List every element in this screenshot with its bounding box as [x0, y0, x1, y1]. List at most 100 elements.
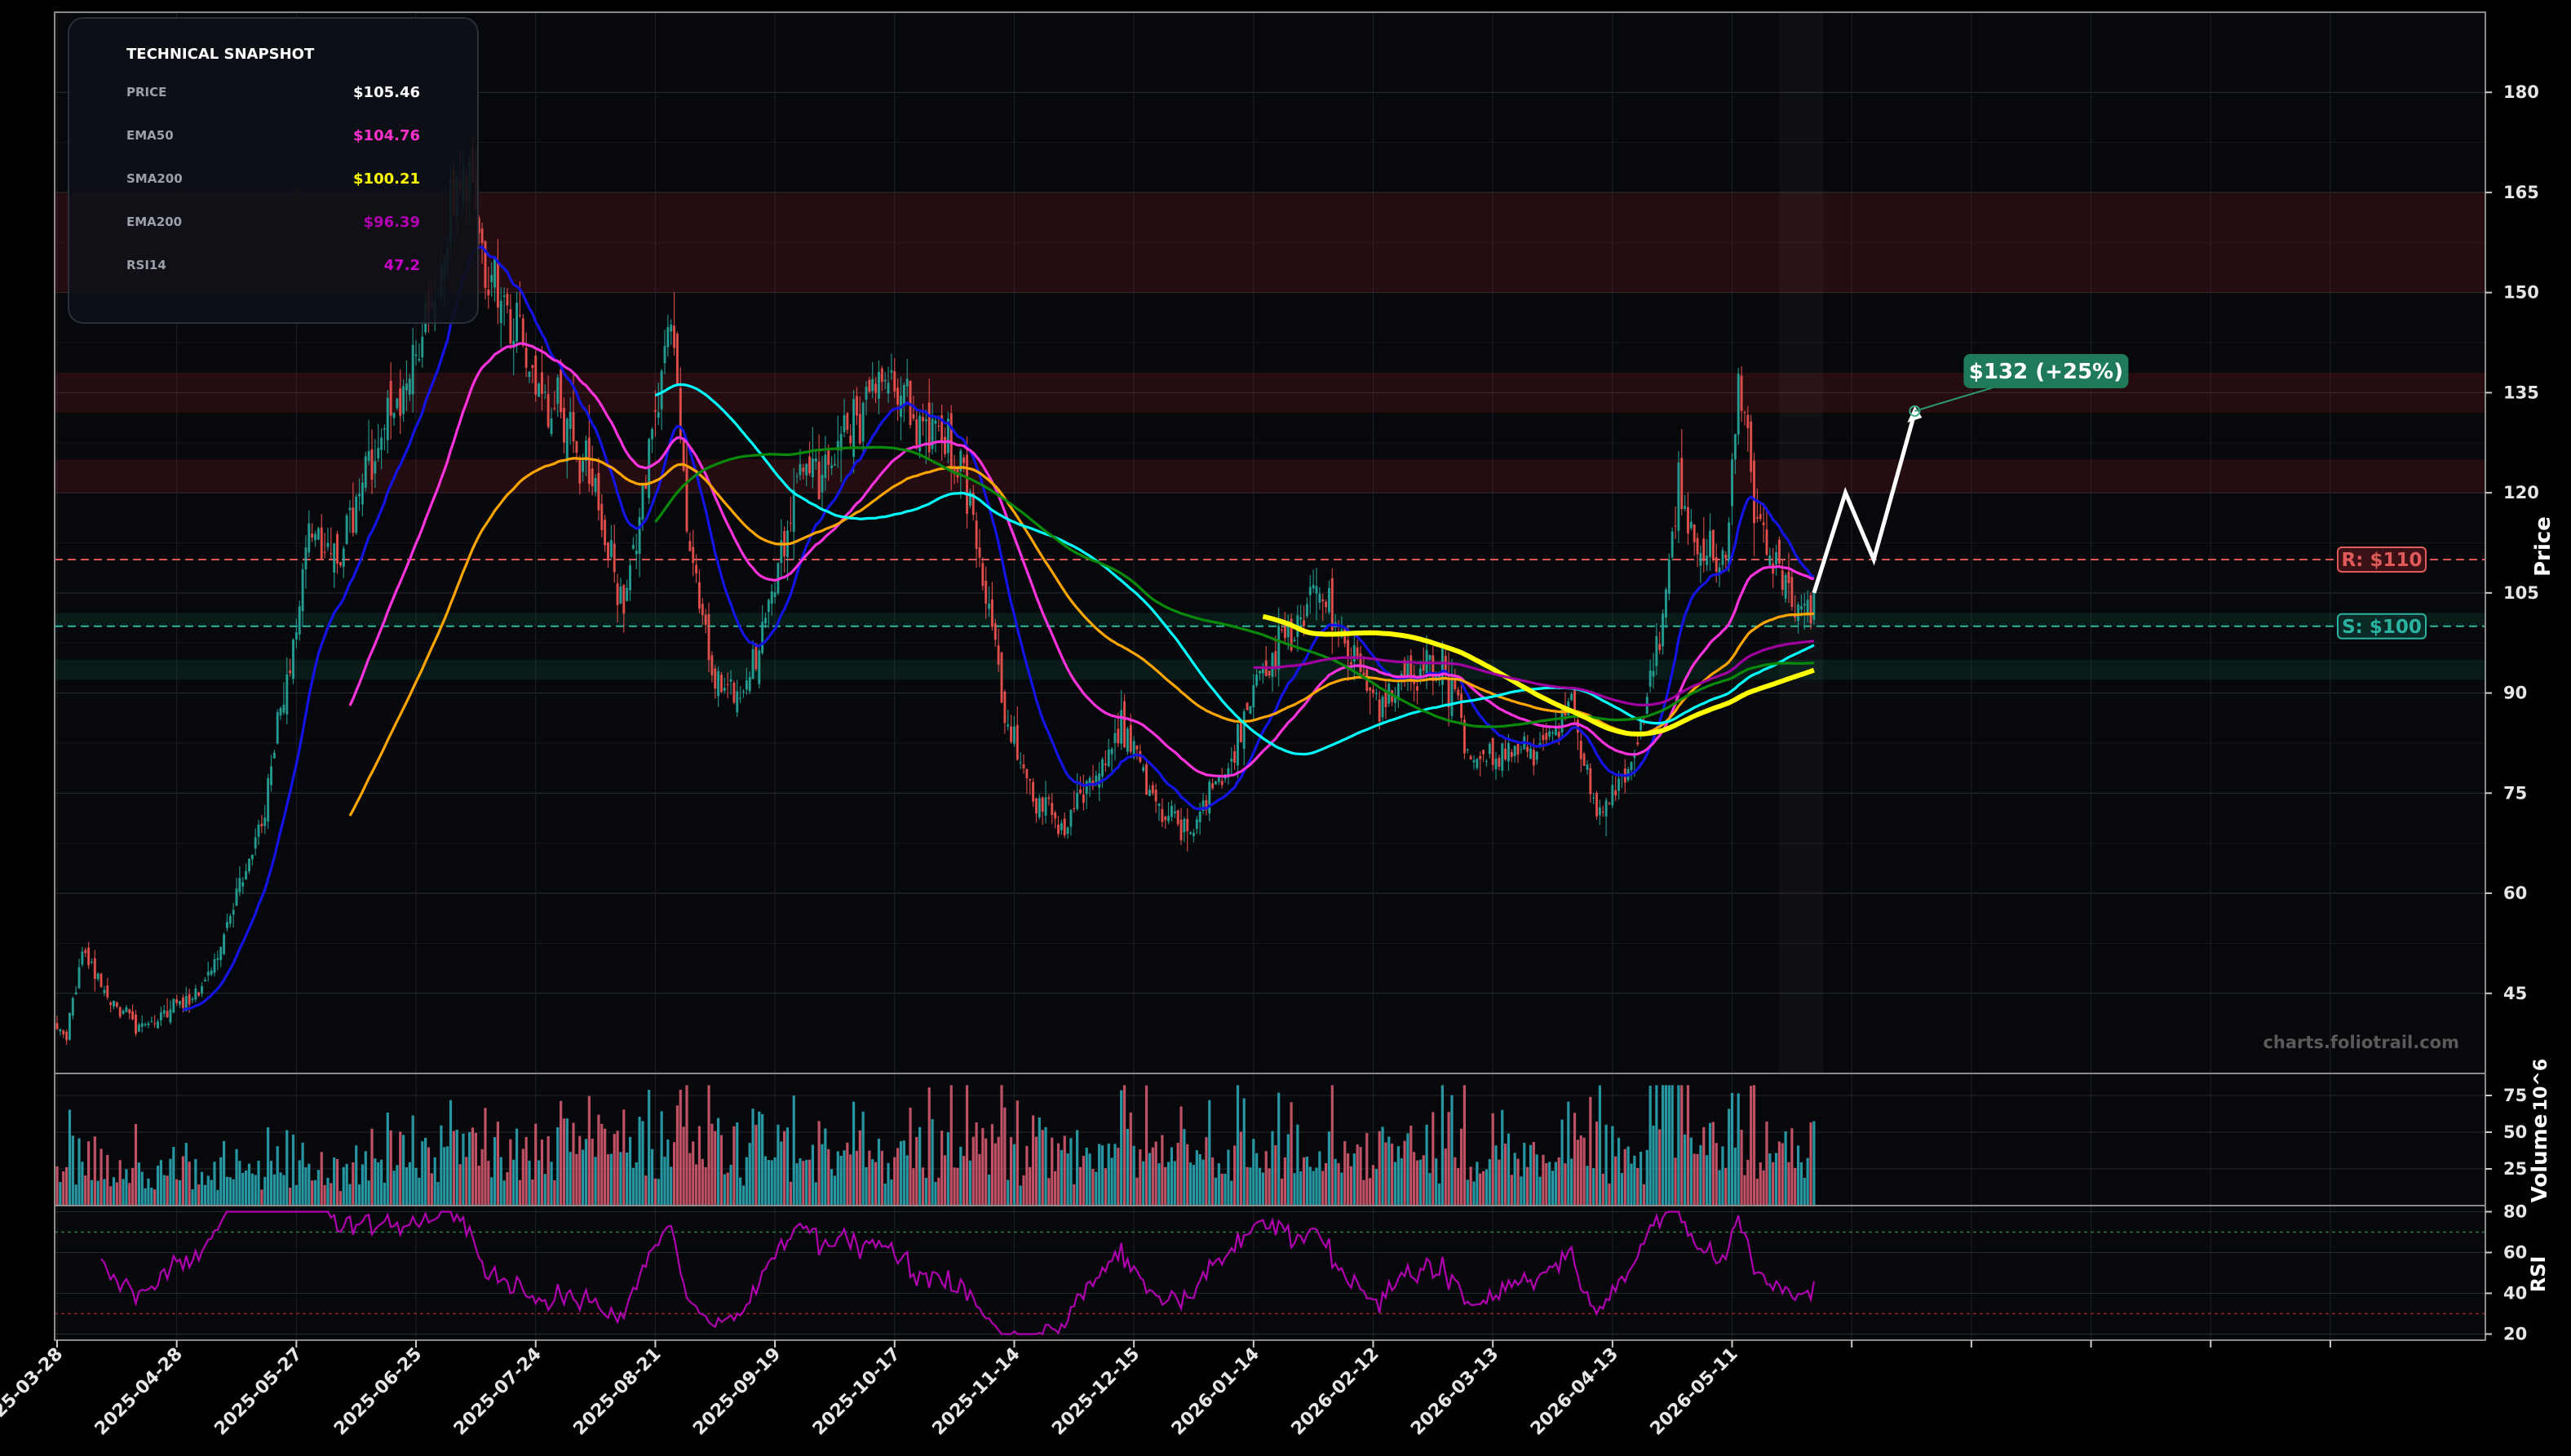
volume-bar [1198, 1153, 1201, 1206]
volume-bar [1041, 1130, 1044, 1206]
volume-bar [1526, 1166, 1529, 1206]
candle-body [1060, 823, 1063, 830]
volume-bar [1570, 1158, 1573, 1206]
candle-body [518, 315, 521, 316]
volume-bar [405, 1167, 409, 1206]
volume-bar [364, 1151, 367, 1206]
candle-body [191, 998, 194, 1001]
volume-bar [1538, 1176, 1542, 1206]
candle-body [1117, 728, 1120, 744]
volume-bar [648, 1090, 651, 1206]
volume-bar [849, 1154, 852, 1206]
volume-bar [408, 1162, 411, 1206]
candle-body [1255, 675, 1259, 686]
candle-body [1450, 679, 1454, 716]
volume-bar [1595, 1121, 1599, 1206]
candle-body [732, 683, 736, 703]
candle-body [1012, 726, 1016, 744]
volume-bar [1466, 1179, 1469, 1206]
volume-bar [515, 1128, 519, 1206]
candle-body [569, 412, 572, 429]
volume-bar [1224, 1173, 1227, 1206]
volume-bar [1334, 1158, 1337, 1206]
candle-body [77, 967, 81, 989]
candle-body [896, 387, 900, 405]
volume-bar [587, 1095, 591, 1206]
volume-bar [1009, 1137, 1013, 1206]
volume-bar [1261, 1172, 1264, 1206]
candle-body [594, 478, 597, 492]
volume-bar [1498, 1159, 1501, 1206]
candle-body [651, 429, 654, 440]
volume-bar [1507, 1133, 1511, 1206]
volume-bar [1454, 1157, 1457, 1206]
volume-bar [1444, 1148, 1447, 1206]
volume-bar [269, 1161, 273, 1206]
volume-bar [1208, 1100, 1211, 1206]
candle-body [1192, 833, 1195, 837]
volume-bar [480, 1148, 484, 1206]
volume-bar [751, 1109, 754, 1206]
candle-body [1246, 702, 1249, 710]
volume-bar [1029, 1166, 1032, 1206]
volume-bar [965, 1085, 969, 1206]
volume-bar [93, 1136, 96, 1206]
volume-bar [1545, 1163, 1548, 1206]
candle-body [147, 1023, 150, 1025]
candle-body [386, 397, 389, 440]
candle-body [1611, 785, 1614, 806]
volume-bar [1246, 1166, 1249, 1206]
stock-chart: $132 (+25%) R: $110 S: $100 45 60 75 90 105 120… [0, 0, 2571, 1456]
candle-body [342, 548, 345, 567]
volume-bar [918, 1126, 922, 1206]
volume-bar [556, 1126, 560, 1206]
candle-body [289, 670, 292, 674]
support-tag: S: $100 [2337, 613, 2427, 639]
volume-bar [1400, 1157, 1403, 1206]
candle-body [1551, 732, 1554, 734]
volume-bar [1139, 1149, 1142, 1206]
volume-bar [1110, 1157, 1113, 1206]
volume-bar [323, 1184, 326, 1206]
volume-bar [418, 1177, 421, 1206]
candle-body [1029, 778, 1032, 781]
candle-body [292, 639, 294, 679]
volume-bar [934, 1181, 937, 1206]
volume-bar [389, 1130, 392, 1206]
candle-body [1787, 571, 1790, 583]
volume-bar [178, 1179, 182, 1206]
candle-body [1259, 670, 1262, 674]
volume-bar [890, 1179, 893, 1206]
candle-body [1000, 653, 1003, 703]
volume-bar [1718, 1170, 1721, 1206]
candle-body [330, 553, 333, 555]
candle-body [1123, 701, 1126, 748]
candle-body [843, 415, 846, 432]
volume-bar [333, 1157, 336, 1206]
rsi-tick-label: 40 [2503, 1284, 2527, 1303]
candle-body [877, 372, 880, 399]
candle-body [74, 992, 77, 994]
volume-bar [1604, 1124, 1608, 1206]
volume-bar [222, 1140, 226, 1206]
volume-bar [430, 1173, 433, 1206]
volume-bar [1330, 1085, 1334, 1206]
volume-bar [518, 1179, 522, 1206]
candle-body [1359, 653, 1362, 672]
candle-body [1447, 679, 1450, 708]
volume-bar [1107, 1144, 1110, 1206]
volume-bar [200, 1171, 204, 1206]
candle-body [1532, 750, 1535, 766]
candle-body [915, 419, 918, 445]
candle-body [181, 997, 184, 1008]
snapshot-title: TECHNICAL SNAPSHOT [126, 46, 315, 63]
candle-body [792, 489, 795, 533]
candle-body [922, 417, 924, 422]
volume-bar [506, 1171, 509, 1206]
volume-bar [1186, 1144, 1189, 1206]
candle-body [62, 1030, 65, 1034]
candle-body [962, 457, 966, 463]
rsi-tick-label: 80 [2503, 1202, 2527, 1222]
candle-body [1308, 586, 1312, 595]
volume-bar [84, 1175, 87, 1206]
